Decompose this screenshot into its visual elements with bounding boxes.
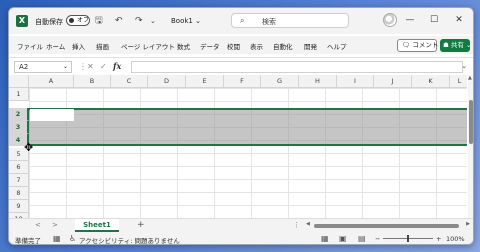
- row-header-7[interactable]: 7: [9, 174, 29, 187]
- excel-logo-icon: X: [16, 15, 28, 27]
- row-header-8[interactable]: 8: [9, 187, 29, 200]
- accessibility-icon[interactable]: ♿: [69, 234, 76, 243]
- formula-input[interactable]: [131, 61, 463, 73]
- tab-insert[interactable]: 挿入: [72, 41, 85, 51]
- vertical-scroll-thumb[interactable]: [469, 100, 473, 144]
- undo-icon[interactable]: ↶: [115, 16, 123, 26]
- column-header-l[interactable]: L: [450, 75, 467, 88]
- tab-data[interactable]: データ: [200, 41, 220, 51]
- column-header-e[interactable]: E: [186, 75, 224, 88]
- formula-options-icon[interactable]: ⋮: [79, 62, 87, 71]
- move-cursor-icon: ✥: [24, 141, 34, 154]
- chevron-down-icon[interactable]: ⌄: [63, 62, 68, 72]
- column-header-j[interactable]: J: [374, 75, 412, 88]
- normal-view-icon[interactable]: ▦: [321, 234, 329, 243]
- redo-icon[interactable]: ↷: [135, 16, 143, 26]
- name-box[interactable]: A2 ⌄: [14, 61, 72, 73]
- column-header-d[interactable]: D: [148, 75, 186, 88]
- scroll-left-icon[interactable]: ◀: [306, 221, 310, 227]
- minimize-button[interactable]: —: [403, 15, 417, 25]
- column-header-h[interactable]: H: [299, 75, 337, 88]
- formula-bar: A2 ⌄ ⋮ ✕ ✓ fx ⌄: [9, 57, 473, 74]
- tab-automate[interactable]: 自動化: [273, 41, 293, 51]
- row-header-6[interactable]: 6: [9, 161, 29, 174]
- scroll-up-icon[interactable]: ▲: [468, 75, 472, 81]
- column-header-k[interactable]: K: [412, 75, 450, 88]
- row-header-1[interactable]: 1: [9, 88, 29, 101]
- active-cell[interactable]: [30, 109, 74, 121]
- next-sheet-button[interactable]: >: [52, 221, 58, 229]
- name-box-value: A2: [19, 63, 29, 71]
- tab-formulas[interactable]: 数式: [177, 41, 190, 51]
- zoom-slider-knob[interactable]: [407, 235, 409, 242]
- tab-developer[interactable]: 開発: [304, 41, 317, 51]
- page-break-view-icon[interactable]: ▤: [358, 234, 366, 243]
- zoom-in-button[interactable]: +: [436, 235, 441, 243]
- column-header-b[interactable]: B: [74, 75, 111, 88]
- tab-review[interactable]: 校閲: [227, 41, 240, 51]
- macro-record-icon[interactable]: ▦: [53, 234, 61, 243]
- autosave-toggle[interactable]: オフ: [66, 15, 90, 26]
- zoom-out-button[interactable]: −: [375, 235, 380, 243]
- close-button[interactable]: ✕: [452, 15, 466, 25]
- workbook-title[interactable]: Book1 ⌄: [171, 17, 201, 25]
- tab-page-layout[interactable]: ページ レイアウト: [121, 41, 175, 51]
- enter-icon[interactable]: ✓: [100, 62, 107, 71]
- insert-function-icon[interactable]: fx: [113, 61, 121, 71]
- horizontal-scrollbar[interactable]: ◀ ▶: [306, 221, 470, 229]
- tab-help[interactable]: ヘルプ: [327, 41, 347, 51]
- worksheet-grid[interactable]: A B C D E F G H I J K L 1 2 3 4 5 6 7 8 …: [9, 75, 467, 218]
- prev-sheet-button[interactable]: <: [35, 221, 41, 229]
- maximize-button[interactable]: ☐: [427, 15, 441, 25]
- tab-file[interactable]: ファイル: [17, 41, 43, 51]
- comments-button[interactable]: 🗨 コメント: [397, 39, 438, 52]
- page-layout-view-icon[interactable]: ▣: [339, 234, 347, 243]
- column-header-a[interactable]: A: [29, 75, 74, 88]
- column-header-g[interactable]: G: [261, 75, 299, 88]
- customize-toolbar-icon[interactable]: ⌄: [150, 16, 156, 26]
- title-bar: X 自動保存 オフ 🖫 ↶ ↷ ⌄ Book1 ⌄ ⌕ 検索 — ☐ ✕: [9, 8, 473, 34]
- add-sheet-button[interactable]: +: [137, 220, 145, 230]
- tab-view[interactable]: 表示: [250, 41, 263, 51]
- vertical-scrollbar[interactable]: ▲: [468, 75, 473, 218]
- ribbon-tabs: ファイル ホーム 挿入 描画 ページ レイアウト 数式 データ 校閲 表示 自動…: [9, 36, 473, 54]
- horizontal-scroll-thumb[interactable]: [314, 224, 459, 228]
- account-avatar[interactable]: [383, 13, 397, 27]
- autosave-state: オフ: [77, 17, 90, 24]
- sheet-tab-bar: < > Sheet1 + ⋮ ◀ ▶: [9, 218, 473, 232]
- share-button[interactable]: ☗ 共有 ⌄: [440, 39, 471, 52]
- search-box[interactable]: ⌕ 検索: [231, 13, 349, 28]
- row-header-3[interactable]: 3: [9, 121, 29, 134]
- ready-status: 準備完了: [15, 237, 41, 245]
- row-header-2[interactable]: 2: [9, 108, 29, 121]
- search-icon: ⌕: [240, 16, 245, 25]
- autosave-label: 自動保存: [35, 18, 63, 26]
- selected-rows-range[interactable]: [29, 108, 467, 146]
- toggle-knob: [69, 18, 74, 23]
- status-bar: 準備完了 ▦ ♿ アクセシビリティ: 問題ありません ▦ ▣ ▤ − + 100…: [9, 232, 473, 245]
- excel-window: X 自動保存 オフ 🖫 ↶ ↷ ⌄ Book1 ⌄ ⌕ 検索 — ☐ ✕ ファイ…: [8, 7, 474, 245]
- expand-formula-bar-icon[interactable]: ⌄: [461, 62, 467, 70]
- scroll-right-icon[interactable]: ▶: [466, 221, 470, 227]
- search-placeholder: 検索: [262, 18, 276, 26]
- select-all-button[interactable]: [9, 75, 29, 88]
- column-header-f[interactable]: F: [224, 75, 261, 88]
- column-header-c[interactable]: C: [111, 75, 148, 88]
- save-icon[interactable]: 🖫: [95, 16, 103, 26]
- tab-split-handle[interactable]: ⋮: [293, 221, 300, 229]
- tab-home[interactable]: ホーム: [46, 41, 65, 51]
- cancel-icon[interactable]: ✕: [87, 62, 94, 71]
- sheet-tab-sheet1[interactable]: Sheet1: [75, 219, 119, 232]
- row-header-9[interactable]: 9: [9, 200, 29, 213]
- accessibility-status[interactable]: アクセシビリティ: 問題ありません: [79, 235, 180, 244]
- zoom-level[interactable]: 100%: [446, 235, 465, 243]
- column-header-i[interactable]: I: [337, 75, 374, 88]
- tab-draw[interactable]: 描画: [96, 41, 109, 51]
